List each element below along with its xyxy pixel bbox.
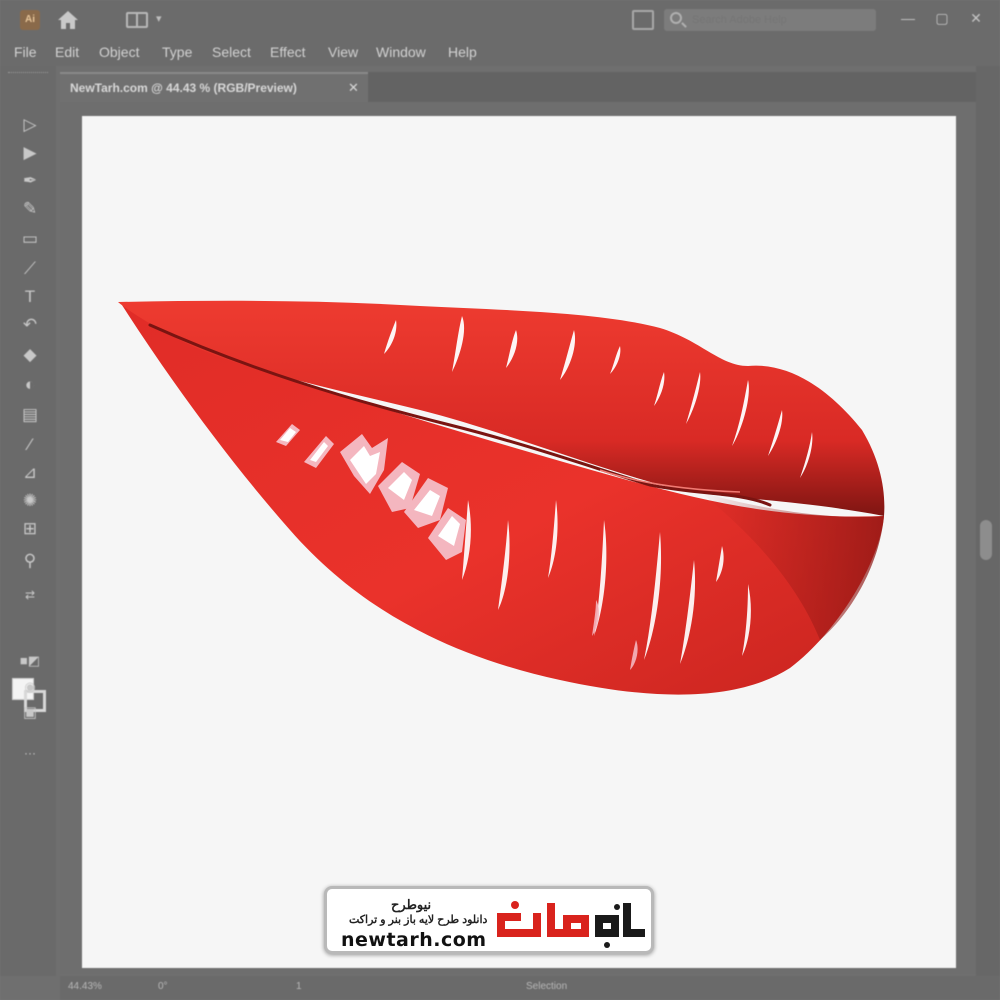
- newtarh-watermark: نیوطرح دانلود طرح لایه باز بنر و تراکت n…: [324, 886, 654, 954]
- watermark-tagline: دانلود طرح لایه باز بنر و تراکت: [349, 914, 488, 926]
- lips-illustration[interactable]: [0, 0, 1000, 1000]
- watermark-url: newtarh.com: [341, 929, 487, 951]
- newtarh-logo-mark: [497, 901, 645, 948]
- watermark-name: نیوطرح: [391, 897, 432, 912]
